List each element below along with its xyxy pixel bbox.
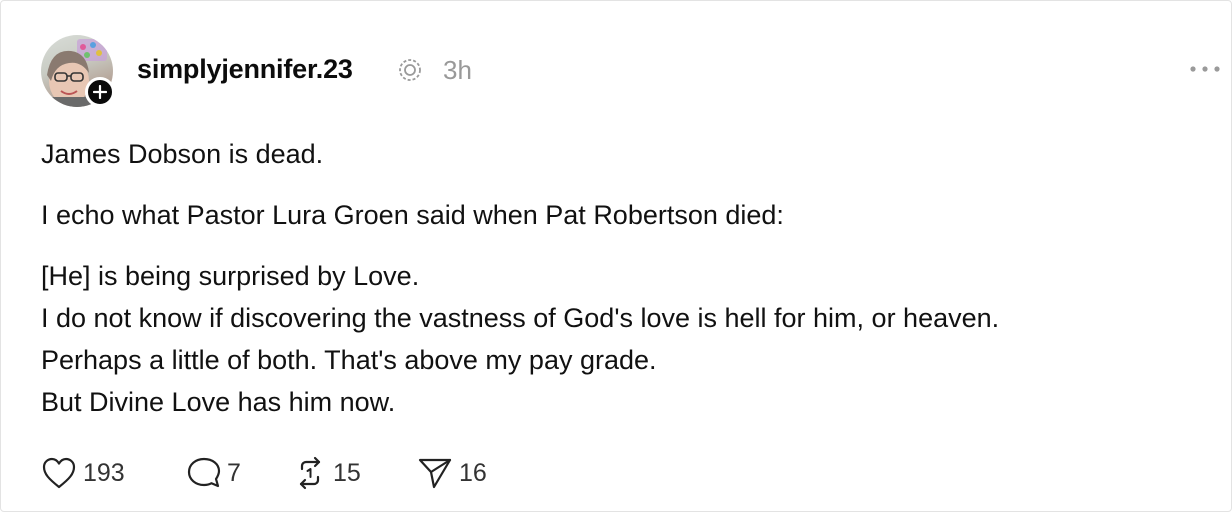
heart-icon [42,457,76,489]
post-text-line: [He] is being surprised by Love. [41,261,420,291]
repost-button[interactable]: 15 [293,453,361,493]
post-text-line: I echo what Pastor Lura Groen said when … [41,200,784,230]
post-text-line: James Dobson is dead. [41,139,324,169]
action-bar: 193 7 15 16 [41,453,641,493]
avatar[interactable] [41,35,115,107]
post-text-line: I do not know if discovering the vastnes… [41,303,1000,333]
like-count: 193 [83,458,125,487]
follow-button[interactable] [85,77,115,107]
repost-icon [299,456,321,490]
post-text-line: But Divine Love has him now. [41,387,396,417]
share-count: 16 [459,458,487,487]
post-text-line: Perhaps a little of both. That's above m… [41,345,657,375]
repost-count: 15 [333,458,361,487]
send-icon [418,458,452,489]
post-time[interactable]: 3h [443,55,472,86]
threads-badge-icon [399,59,421,81]
comment-count: 7 [227,458,241,487]
plus-icon [93,85,107,99]
like-button[interactable]: 193 [41,453,125,493]
share-button[interactable]: 16 [417,453,487,493]
username[interactable]: simplyjennifer.23 [137,54,353,85]
comment-bubble-icon [187,457,221,488]
post-card: simplyjennifer.23 3h James Dobson is dea… [0,0,1232,512]
comment-button[interactable]: 7 [187,453,241,493]
more-options-icon[interactable] [1189,65,1221,73]
